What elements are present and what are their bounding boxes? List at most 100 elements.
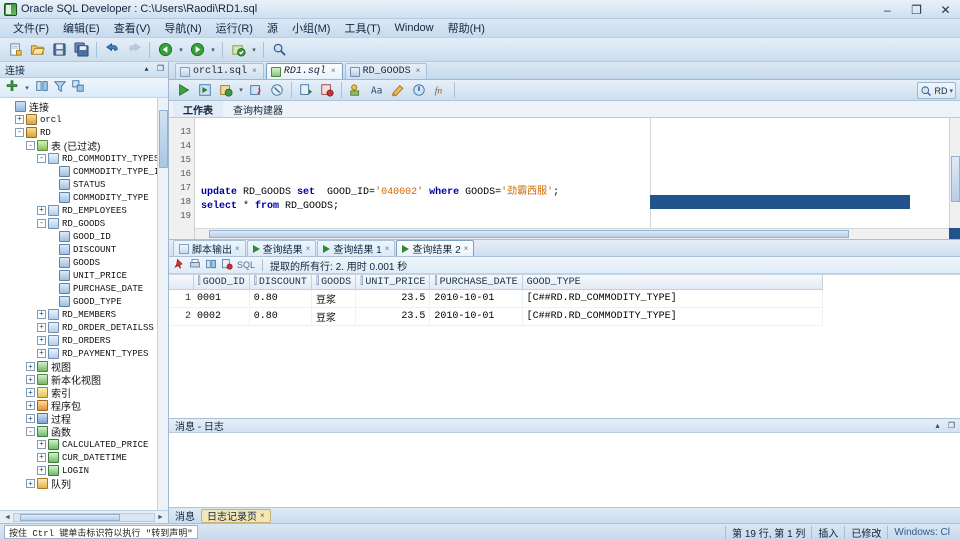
tree-indexes-folder[interactable]: + 索引 (0, 386, 168, 400)
close-tab-icon[interactable]: × (306, 244, 311, 253)
collapse-icon[interactable]: - (26, 427, 35, 436)
rollback-icon[interactable] (246, 81, 266, 100)
explain-plan-icon[interactable] (317, 81, 337, 100)
maximize-button[interactable]: ❐ (902, 0, 931, 19)
expand-icon[interactable]: + (37, 310, 46, 319)
tree-scroll-thumb[interactable] (159, 110, 168, 168)
tree-column-good-id[interactable]: GOOD_ID (0, 230, 168, 243)
undo-icon[interactable] (102, 40, 122, 59)
connection-selector[interactable]: RD ▾ (917, 82, 956, 99)
cancel-icon[interactable] (267, 81, 287, 100)
forward-dropdown-icon[interactable]: ▾ (209, 41, 217, 59)
menu-team[interactable]: 小组(M) (285, 18, 338, 38)
tree-functions-folder[interactable]: - 函数 (0, 425, 168, 439)
tree-column-commodity-type[interactable]: COMMODITY_TYPE (0, 191, 168, 204)
results-grid[interactable]: ⫿ GOOD_ID ⫿ DISCOUNT ⫿ GOODS ⫿ UNIT_PRICE ⫿ P… (169, 275, 823, 326)
log-panel-body[interactable] (169, 433, 960, 507)
filter-icon[interactable] (53, 79, 67, 96)
refresh-icon[interactable] (35, 79, 49, 96)
chevron-down-icon[interactable]: ▾ (949, 87, 953, 95)
results-grid-container[interactable]: ⫿ GOOD_ID ⫿ DISCOUNT ⫿ GOODS ⫿ UNIT_PRICE ⫿ P… (169, 274, 960, 418)
cell-good-type[interactable]: [C##RD.RD_COMMODITY_TYPE] (522, 307, 823, 326)
worksheet-tab-query-builder[interactable]: 查询构建器 (223, 101, 293, 117)
minimize-button[interactable]: – (873, 0, 902, 19)
expand-icon[interactable]: + (26, 479, 35, 488)
editor-vscroll-thumb[interactable] (951, 156, 960, 202)
tree-queues-folder[interactable]: + 队列 (0, 477, 168, 491)
hscroll-thumb[interactable] (20, 513, 120, 521)
run-statement-icon[interactable] (174, 81, 194, 100)
expand-icon[interactable]: + (37, 323, 46, 332)
grid-header-purchase-date[interactable]: ⫿ PURCHASE_DATE (429, 275, 523, 290)
tree-table-rd-orders[interactable]: + RD_ORDERS (0, 334, 168, 347)
editor-line[interactable] (201, 214, 960, 228)
menu-source[interactable]: 源 (260, 18, 285, 38)
expand-icon[interactable]: + (26, 388, 35, 397)
autotrace-icon[interactable] (346, 81, 366, 100)
clear-icon[interactable] (388, 81, 408, 100)
commit-icon[interactable] (216, 81, 236, 100)
menu-help[interactable]: 帮助(H) (441, 18, 492, 38)
add-connection-dropdown-icon[interactable]: ▾ (23, 79, 31, 97)
add-connection-icon[interactable] (5, 79, 19, 96)
sql-history-icon[interactable] (296, 81, 316, 100)
expand-icon[interactable]: + (26, 401, 35, 410)
collapse-icon[interactable]: - (37, 154, 46, 163)
cell-purchase-date[interactable]: 2010-10-01 (429, 289, 523, 308)
expand-icon[interactable]: + (26, 414, 35, 423)
sql-editor[interactable]: 13 14 15 16 17 18 19 select * from RD_GOODS; u… (169, 118, 960, 240)
expand-icon[interactable]: + (15, 115, 24, 124)
expand-icon[interactable]: + (37, 466, 46, 475)
result-tab-query-result-2[interactable]: 查询结果 2 × (396, 240, 475, 256)
tree-table-rd-order-detailss[interactable]: + RD_ORDER_DETAILSS (0, 321, 168, 334)
new-file-icon[interactable] (5, 40, 25, 59)
editor-line[interactable] (201, 158, 960, 172)
refresh-icon[interactable] (205, 258, 217, 273)
format-icon[interactable]: Aa (367, 81, 387, 100)
editor-vertical-scrollbar[interactable] (949, 118, 960, 228)
grid-header-good-type[interactable]: GOOD_TYPE (521, 275, 823, 290)
tree-column-discount[interactable]: DISCOUNT (0, 243, 168, 256)
tree-tables-folder[interactable]: - 表 (已过滤) (0, 139, 168, 153)
menu-run[interactable]: 运行(R) (209, 18, 260, 38)
status-insert-mode[interactable]: 插入 (811, 525, 844, 540)
result-tab-script-output[interactable]: 脚本输出 × (173, 240, 246, 256)
close-tab-icon[interactable]: × (416, 67, 421, 76)
scroll-right-icon[interactable]: ► (155, 514, 166, 521)
log-minimize-icon[interactable]: ▴ (932, 420, 943, 431)
hscroll-track[interactable] (13, 512, 155, 522)
collapse-icon[interactable]: - (37, 219, 46, 228)
worksheet-tab-sheet[interactable]: 工作表 (173, 101, 223, 117)
close-tab-icon[interactable]: × (385, 244, 390, 253)
cell-unit-price[interactable]: 23.5 (355, 289, 431, 308)
table-row[interactable]: 1 0001 0.80 豆浆 23.5 2010-10-01 [C##RD.RD_COMMO… (169, 289, 823, 308)
editor-tab-rd1-sql[interactable]: RD1.sql × (265, 63, 343, 79)
query-builder-icon[interactable] (409, 81, 429, 100)
expand-icon[interactable]: + (37, 349, 46, 358)
tree-table-rd-employees[interactable]: + RD_EMPLOYEES (0, 204, 168, 217)
clear-results-icon[interactable] (221, 258, 233, 273)
editor-hscroll-thumb[interactable] (209, 230, 849, 238)
cell-purchase-date[interactable]: 2010-10-01 (429, 307, 523, 326)
close-tab-icon[interactable]: × (331, 67, 336, 76)
close-tab-icon[interactable]: × (252, 67, 257, 76)
tree-connections-root[interactable]: 连接 (0, 100, 168, 114)
connections-tree[interactable]: 连接 + orcl - RD - 表 (已过滤) - RD_COMMODITY_TYPES COM… (0, 98, 168, 510)
cell-discount[interactable]: 0.80 (249, 289, 312, 308)
panel-float-icon[interactable]: ❐ (155, 63, 166, 74)
tree-packages-folder[interactable]: + 程序包 (0, 399, 168, 413)
run-script-icon[interactable] (195, 81, 215, 100)
expand-icon[interactable]: + (37, 453, 46, 462)
deploy-icon[interactable] (228, 40, 248, 59)
log-float-icon[interactable]: ❐ (946, 420, 957, 431)
menu-window[interactable]: Window (388, 20, 441, 36)
log-tab-logging-page[interactable]: 日志记录页 × (201, 508, 271, 523)
print-icon[interactable] (189, 258, 201, 273)
expand-icon[interactable]: + (26, 375, 35, 384)
tree-table-rd-goods[interactable]: - RD_GOODS (0, 217, 168, 230)
menu-view[interactable]: 查看(V) (107, 18, 158, 38)
pin-icon[interactable] (173, 258, 185, 273)
result-tab-query-result-1[interactable]: 查询结果 1 × (317, 240, 396, 256)
collapse-icon[interactable]: - (26, 141, 35, 150)
tree-column-goods[interactable]: GOODS (0, 256, 168, 269)
